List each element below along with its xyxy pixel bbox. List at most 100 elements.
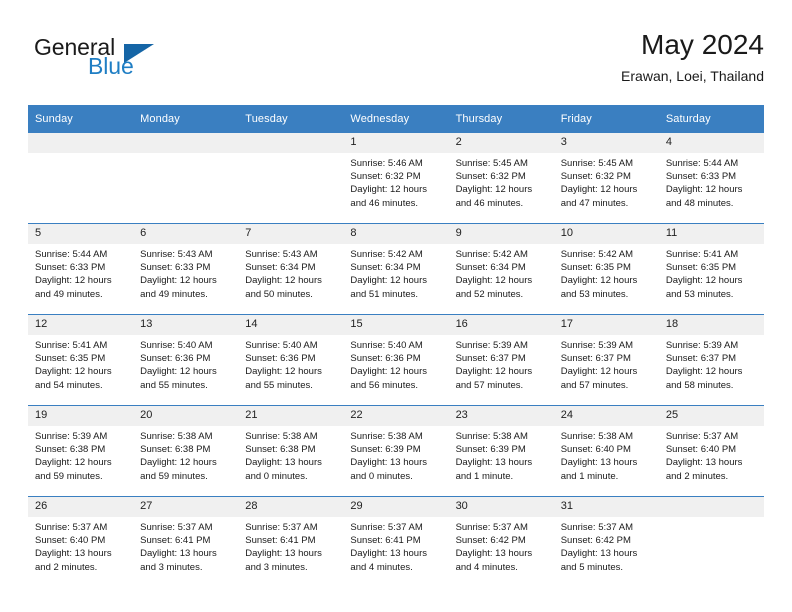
calendar-day-cell[interactable]: 29 Sunrise: 5:37 AM Sunset: 6:41 PM Dayligh… [343, 496, 449, 587]
calendar-day-cell[interactable]: 10 Sunrise: 5:42 AM Sunset: 6:35 PM Dayligh… [553, 223, 659, 315]
sunrise-time: Sunrise: 5:38 AM [140, 431, 213, 442]
sunrise-time: Sunrise: 5:46 AM [350, 158, 423, 169]
sunset-time: Sunset: 6:39 PM [350, 444, 421, 456]
calendar-day-cell[interactable]: 16 Sunrise: 5:39 AM Sunset: 6:37 PM Dayligh… [448, 314, 554, 406]
brand-logo[interactable]: General Blue [28, 34, 288, 88]
day-details: Sunrise: 5:40 AM Sunset: 6:36 PM Daylight:… [238, 335, 343, 392]
calendar-day-cell[interactable]: 1 Sunrise: 5:46 AM Sunset: 6:32 PM Daylight… [343, 133, 449, 224]
day-number: 18 [658, 315, 764, 335]
calendar-day-cell[interactable]: 11 Sunrise: 5:41 AM Sunset: 6:35 PM Dayligh… [658, 223, 764, 315]
day-details: Sunrise: 5:39 AM Sunset: 6:38 PM Daylight:… [28, 426, 133, 483]
daylight-duration-line1: Daylight: 13 hours [560, 457, 638, 469]
sunrise-time: Sunrise: 5:37 AM [665, 431, 739, 442]
sunrise-time: Sunrise: 5:41 AM [35, 340, 108, 351]
sunset-time: Sunset: 6:37 PM [455, 353, 526, 365]
day-number: 1 [343, 133, 449, 153]
sunset-time: Sunset: 6:38 PM [35, 444, 106, 456]
daylight-duration-line1: Daylight: 12 hours [35, 275, 112, 287]
daylight-duration-line1: Daylight: 13 hours [140, 548, 217, 560]
calendar-day-cell[interactable]: 18 Sunrise: 5:39 AM Sunset: 6:37 PM Dayligh… [658, 314, 764, 406]
calendar-day-cell[interactable]: 22 Sunrise: 5:38 AM Sunset: 6:39 PM Dayligh… [343, 405, 449, 497]
title-block: May 2024 Erawan, Loei, Thailand [621, 28, 764, 86]
day-details: Sunrise: 5:41 AM Sunset: 6:35 PM Daylight:… [659, 244, 764, 301]
calendar-day-cell[interactable]: 5 Sunrise: 5:44 AM Sunset: 6:33 PM Daylight… [28, 223, 134, 315]
sunrise-time: Sunrise: 5:37 AM [350, 522, 423, 533]
daylight-duration-line2: and 55 minutes. [245, 379, 313, 391]
sunset-time: Sunset: 6:35 PM [35, 353, 106, 365]
day-number: 26 [28, 497, 134, 517]
daylight-duration-line2: and 4 minutes. [350, 561, 413, 573]
day-details: Sunrise: 5:37 AM Sunset: 6:40 PM Daylight:… [659, 426, 764, 483]
calendar-day-cell[interactable]: 12 Sunrise: 5:41 AM Sunset: 6:35 PM Dayligh… [28, 314, 134, 406]
sunrise-time: Sunrise: 5:38 AM [350, 431, 423, 442]
day-number: 6 [133, 224, 239, 244]
sunrise-time: Sunrise: 5:38 AM [560, 431, 634, 442]
day-number: 5 [28, 224, 134, 244]
daylight-duration-line1: Daylight: 12 hours [665, 366, 743, 378]
sunrise-time: Sunrise: 5:44 AM [35, 249, 108, 260]
day-number [133, 133, 239, 153]
sunrise-time: Sunrise: 5:44 AM [665, 158, 739, 169]
calendar-day-cell[interactable]: 17 Sunrise: 5:39 AM Sunset: 6:37 PM Dayligh… [553, 314, 659, 406]
day-number: 15 [343, 315, 449, 335]
daylight-duration-line2: and 49 minutes. [140, 288, 208, 300]
calendar-day-cell[interactable]: 13 Sunrise: 5:40 AM Sunset: 6:36 PM Dayligh… [133, 314, 239, 406]
calendar-day-cell[interactable]: 14 Sunrise: 5:40 AM Sunset: 6:36 PM Dayligh… [238, 314, 344, 406]
day-details: Sunrise: 5:45 AM Sunset: 6:32 PM Daylight:… [449, 153, 554, 210]
calendar-day-cell[interactable]: 9 Sunrise: 5:42 AM Sunset: 6:34 PM Daylight… [448, 223, 554, 315]
calendar-day-cell[interactable]: 21 Sunrise: 5:38 AM Sunset: 6:38 PM Dayligh… [238, 405, 344, 497]
calendar-day-cell[interactable]: 26 Sunrise: 5:37 AM Sunset: 6:40 PM Dayligh… [28, 496, 134, 587]
sunrise-time: Sunrise: 5:39 AM [560, 340, 634, 351]
calendar-day-cell[interactable]: 2 Sunrise: 5:45 AM Sunset: 6:32 PM Daylight… [448, 133, 554, 224]
sunrise-time: Sunrise: 5:42 AM [560, 249, 634, 260]
daylight-duration-line2: and 5 minutes. [560, 561, 624, 573]
calendar-day-cell[interactable]: 3 Sunrise: 5:45 AM Sunset: 6:32 PM Daylight… [553, 133, 659, 224]
day-details: Sunrise: 5:39 AM Sunset: 6:37 PM Daylight:… [449, 335, 554, 392]
daylight-duration-line2: and 55 minutes. [140, 379, 208, 391]
calendar-day-cell[interactable]: 8 Sunrise: 5:42 AM Sunset: 6:34 PM Daylight… [343, 223, 449, 315]
daylight-duration-line1: Daylight: 13 hours [560, 548, 638, 560]
calendar-day-cell-empty [658, 496, 764, 587]
day-number: 20 [133, 406, 239, 426]
calendar-day-cell[interactable]: 25 Sunrise: 5:37 AM Sunset: 6:40 PM Dayligh… [658, 405, 764, 497]
calendar-day-cell[interactable]: 30 Sunrise: 5:37 AM Sunset: 6:42 PM Dayligh… [448, 496, 554, 587]
weekday-header-monday: Monday [133, 105, 239, 133]
daylight-duration-line2: and 58 minutes. [665, 379, 734, 391]
day-number: 11 [658, 224, 764, 244]
day-number: 2 [448, 133, 554, 153]
calendar-container: Sunday Monday Tuesday Wednesday Thursday Frid… [28, 105, 764, 587]
daylight-duration-line1: Daylight: 12 hours [35, 366, 112, 378]
daylight-duration-line2: and 57 minutes. [560, 379, 629, 391]
calendar-day-cell[interactable]: 23 Sunrise: 5:38 AM Sunset: 6:39 PM Dayligh… [448, 405, 554, 497]
day-number [238, 133, 344, 153]
day-details: Sunrise: 5:41 AM Sunset: 6:35 PM Daylight:… [28, 335, 133, 392]
calendar-day-cell[interactable]: 19 Sunrise: 5:39 AM Sunset: 6:38 PM Dayligh… [28, 405, 134, 497]
day-number: 23 [448, 406, 554, 426]
day-details: Sunrise: 5:37 AM Sunset: 6:42 PM Daylight:… [449, 517, 554, 574]
sunset-time: Sunset: 6:42 PM [455, 535, 526, 547]
calendar-day-cell[interactable]: 24 Sunrise: 5:38 AM Sunset: 6:40 PM Dayligh… [553, 405, 659, 497]
daylight-duration-line1: Daylight: 13 hours [455, 457, 533, 469]
daylight-duration-line1: Daylight: 13 hours [350, 457, 427, 469]
calendar-day-cell-empty [133, 133, 239, 224]
daylight-duration-line2: and 47 minutes. [560, 197, 629, 209]
daylight-duration-line1: Daylight: 12 hours [350, 275, 427, 287]
daylight-duration-line1: Daylight: 13 hours [35, 548, 112, 560]
calendar-day-cell[interactable]: 27 Sunrise: 5:37 AM Sunset: 6:41 PM Dayligh… [133, 496, 239, 587]
calendar-day-cell[interactable]: 15 Sunrise: 5:40 AM Sunset: 6:36 PM Dayligh… [343, 314, 449, 406]
calendar-day-cell[interactable]: 31 Sunrise: 5:37 AM Sunset: 6:42 PM Dayligh… [553, 496, 659, 587]
sunset-time: Sunset: 6:32 PM [350, 171, 421, 183]
day-details: Sunrise: 5:37 AM Sunset: 6:41 PM Daylight:… [133, 517, 238, 574]
sunset-time: Sunset: 6:32 PM [455, 171, 526, 183]
day-details: Sunrise: 5:44 AM Sunset: 6:33 PM Daylight:… [659, 153, 764, 210]
calendar-day-cell[interactable]: 6 Sunrise: 5:43 AM Sunset: 6:33 PM Daylight… [133, 223, 239, 315]
sunset-time: Sunset: 6:42 PM [560, 535, 631, 547]
day-number: 8 [343, 224, 449, 244]
calendar-day-cell[interactable]: 28 Sunrise: 5:37 AM Sunset: 6:41 PM Dayligh… [238, 496, 344, 587]
weekday-header-wednesday: Wednesday [343, 105, 449, 133]
calendar-day-cell[interactable]: 20 Sunrise: 5:38 AM Sunset: 6:38 PM Dayligh… [133, 405, 239, 497]
daylight-duration-line1: Daylight: 12 hours [140, 366, 217, 378]
calendar-day-cell[interactable]: 7 Sunrise: 5:43 AM Sunset: 6:34 PM Daylight… [238, 223, 344, 315]
calendar-day-cell[interactable]: 4 Sunrise: 5:44 AM Sunset: 6:33 PM Daylight… [658, 133, 764, 224]
daylight-duration-line2: and 54 minutes. [35, 379, 103, 391]
